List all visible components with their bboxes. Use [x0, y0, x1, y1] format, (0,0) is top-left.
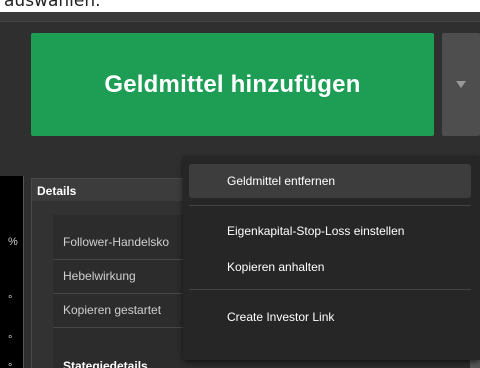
- left-tick: °: [8, 362, 13, 368]
- details-title: Details: [37, 184, 77, 198]
- menu-item-label: Geldmittel entfernen: [227, 174, 336, 188]
- scrollbar[interactable]: [470, 360, 480, 368]
- detail-row-follower: Follower-Handelsko: [53, 227, 183, 260]
- actions-dropdown-menu: Geldmittel entfernen Eigenkapital-Stop-L…: [183, 156, 480, 360]
- caption-text: auswählen.: [4, 0, 101, 11]
- left-tick: °: [8, 334, 13, 346]
- menu-item-remove-funds[interactable]: Geldmittel entfernen: [189, 164, 471, 198]
- left-tick: %: [8, 236, 18, 248]
- menu-divider: [189, 289, 471, 290]
- detail-row-copy-started: Kopieren gestartet: [53, 295, 183, 328]
- detail-row-leverage: Hebelwirkung: [53, 261, 183, 294]
- menu-item-label: Create Investor Link: [227, 310, 335, 324]
- menu-item-pause-copy[interactable]: Kopieren anhalten: [189, 250, 471, 284]
- add-funds-label: Geldmittel hinzufügen: [104, 70, 361, 98]
- left-side-panel: % ° ° °: [0, 176, 24, 368]
- menu-item-equity-stop-loss[interactable]: Eigenkapital-Stop-Loss einstellen: [189, 214, 471, 248]
- detail-label: Hebelwirkung: [63, 269, 136, 283]
- actions-dropdown-toggle[interactable]: [442, 33, 480, 136]
- top-stripe: [0, 12, 480, 22]
- menu-divider: [189, 205, 471, 206]
- menu-item-label: Eigenkapital-Stop-Loss einstellen: [227, 224, 405, 238]
- page-caption-strip: auswählen.: [0, 0, 480, 12]
- screen: auswählen. Geldmittel hinzufügen % ° ° °…: [0, 0, 480, 368]
- menu-item-investor-link[interactable]: Create Investor Link: [189, 300, 471, 334]
- left-tick: °: [8, 294, 13, 306]
- detail-label: Follower-Handelsko: [63, 235, 170, 249]
- detail-label: Kopieren gestartet: [63, 303, 162, 317]
- caret-down-icon: [456, 81, 466, 88]
- app-panel: Geldmittel hinzufügen % ° ° ° Details Fo…: [0, 12, 480, 368]
- menu-item-label: Kopieren anhalten: [227, 260, 325, 274]
- add-funds-button[interactable]: Geldmittel hinzufügen: [31, 33, 434, 136]
- strategy-details-heading: Stategiedetails: [63, 359, 148, 368]
